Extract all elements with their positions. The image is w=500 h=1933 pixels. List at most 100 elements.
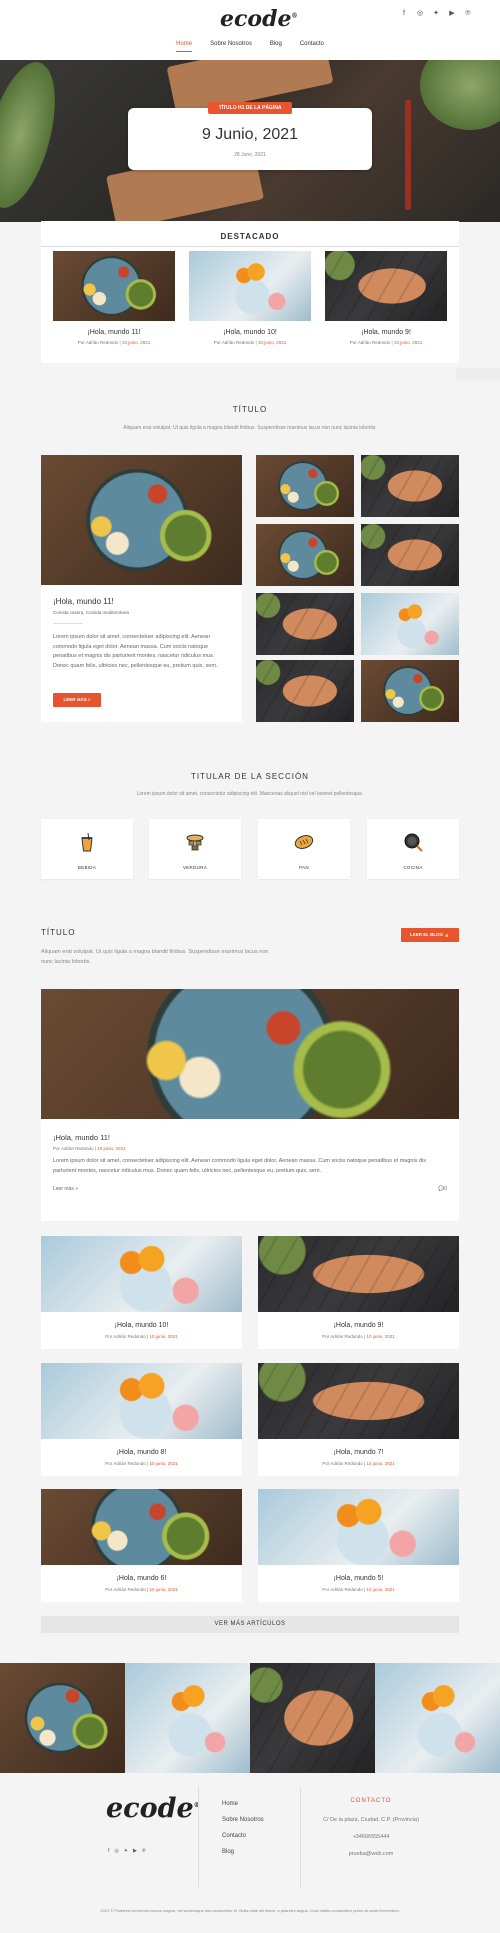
gallery-image[interactable] (256, 455, 354, 517)
gallery-image[interactable] (256, 660, 354, 722)
post-meta: Por Adrián Redondo | 10 junio, 2021 (105, 1461, 178, 1466)
blog-section-title: TÍTULO (41, 928, 76, 937)
post-image[interactable] (258, 1363, 459, 1439)
pinterest-icon[interactable]: ℗ (142, 1848, 146, 1854)
footer-link-blog[interactable]: Blog (222, 1849, 264, 1855)
nav-contacto[interactable]: Contacto (300, 41, 324, 52)
post-card[interactable]: ¡Hola, mundo 7! Por Adrián Redondo | 10 … (258, 1363, 459, 1476)
hero-date: 28 June, 2021 (234, 152, 266, 158)
featured-heading: DESTACADO (220, 232, 280, 241)
category-card-cocina[interactable]: COCINA (367, 819, 459, 879)
read-blog-button[interactable]: LEER EL BLOG 🔥 (401, 928, 459, 942)
featured-post-meta: Por Adrián Redondo | 10 junio, 2021 (349, 340, 423, 345)
highlight-post-card: ¡Hola, mundo 11! Comida casera, Comida m… (41, 455, 242, 722)
featured-post-image[interactable] (189, 251, 311, 321)
post-card[interactable]: ¡Hola, mundo 8! Por Adrián Redondo | 10 … (41, 1363, 242, 1476)
featured-post-title[interactable]: ¡Hola, mundo 11! (53, 329, 175, 336)
hero-title: 9 Junio, 2021 (201, 126, 299, 143)
post-title[interactable]: ¡Hola, mundo 6! (41, 1575, 242, 1582)
highlight-post-image[interactable] (41, 455, 242, 585)
site-footer: ecode® f ◎ ✦ ▶ ℗ Home Sobre Nosotros Con… (0, 1773, 500, 1903)
strip-image[interactable] (250, 1663, 375, 1773)
highlight-post-categories[interactable]: Comida casera, Comida mediterránea (53, 610, 129, 615)
site-logo[interactable]: ecode® (220, 6, 297, 32)
facebook-icon[interactable]: f (400, 10, 408, 18)
category-label: PAN (299, 865, 309, 870)
footer-logo[interactable]: ecode® (106, 1793, 200, 1824)
footer-social-links: f ◎ ✦ ▶ ℗ (108, 1848, 146, 1854)
post-card[interactable]: ¡Hola, mundo 9! Por Adrián Redondo | 10 … (258, 1236, 459, 1349)
featured-post-title[interactable]: ¡Hola, mundo 9! (325, 329, 447, 336)
more-articles-button[interactable]: VER MÁS ARTÍCULOS (41, 1616, 459, 1633)
strip-image[interactable] (375, 1663, 500, 1773)
strip-image[interactable] (125, 1663, 250, 1773)
category-card-bebida[interactable]: BEBIDA (41, 819, 133, 879)
contact-heading: CONTACTO (350, 1798, 392, 1804)
featured-post[interactable]: ¡Hola, mundo 11! Por Adrián Redondo | 10… (53, 251, 175, 345)
footer-link-home[interactable]: Home (222, 1801, 264, 1807)
comments-count[interactable]: 💬0 (438, 1186, 447, 1192)
post-meta: Por Adrián Redondo | 10 junio, 2021 (105, 1334, 178, 1339)
post-card[interactable]: ¡Hola, mundo 5! Por Adrián Redondo | 10 … (258, 1489, 459, 1602)
hero-card: 9 Junio, 2021 28 June, 2021 (128, 108, 372, 170)
post-title[interactable]: ¡Hola, mundo 5! (258, 1575, 459, 1582)
post-card[interactable]: ¡Hola, mundo 6! Por Adrián Redondo | 10 … (41, 1489, 242, 1602)
post-image[interactable] (41, 1489, 242, 1565)
featured-post-title[interactable]: ¡Hola, mundo 10! (189, 329, 311, 336)
category-card-verdura[interactable]: VERDURA (149, 819, 241, 879)
read-more-button[interactable]: LEER MÁS » (53, 693, 101, 707)
hero-knife (405, 100, 411, 210)
featured-post[interactable]: ¡Hola, mundo 9! Por Adrián Redondo | 10 … (325, 251, 447, 345)
footer-link-sobre-nosotros[interactable]: Sobre Nosotros (222, 1817, 264, 1823)
gallery-image[interactable] (361, 524, 459, 586)
featured-post-image[interactable] (325, 251, 447, 321)
featured-divider (41, 246, 459, 247)
twitter-icon[interactable]: ✦ (124, 1848, 128, 1854)
instagram-icon[interactable]: ◎ (416, 10, 424, 18)
main-post-title[interactable]: ¡Hola, mundo 11! (53, 1133, 110, 1142)
main-post-image[interactable] (41, 989, 459, 1119)
category-label: VERDURA (182, 865, 208, 870)
category-card-pan[interactable]: PAN (258, 819, 350, 879)
gallery-image[interactable] (256, 524, 354, 586)
hero-lettuce (420, 60, 500, 130)
post-image[interactable] (258, 1236, 459, 1312)
pinterest-icon[interactable]: ℗ (464, 10, 472, 18)
post-title[interactable]: ¡Hola, mundo 8! (41, 1449, 242, 1456)
instagram-icon[interactable]: ◎ (114, 1848, 118, 1854)
contact-phone[interactable]: +34666555444 (316, 1833, 426, 1842)
gallery-image[interactable] (256, 593, 354, 655)
twitter-icon[interactable]: ✦ (432, 10, 440, 18)
post-title[interactable]: ¡Hola, mundo 10! (41, 1322, 242, 1329)
facebook-icon[interactable]: f (108, 1848, 109, 1854)
youtube-icon[interactable]: ▶ (133, 1848, 137, 1854)
post-meta: Por Adrián Redondo | 10 junio, 2021 (105, 1587, 178, 1592)
post-image[interactable] (41, 1363, 242, 1439)
highlight-post-excerpt: Lorem ipsum dolor sit amet, consectetuer… (53, 634, 218, 669)
main-post-meta: Por Adrián Redondo | 10 junio, 2021 (53, 1146, 126, 1151)
post-title[interactable]: ¡Hola, mundo 7! (258, 1449, 459, 1456)
gallery-image[interactable] (361, 660, 459, 722)
nav-sobre-nosotros[interactable]: Sobre Nosotros (210, 41, 252, 52)
contact-email[interactable]: prueba@web.com (316, 1850, 426, 1859)
featured-section: DESTACADO ¡Hola, mundo 11! Por Adrián Re… (41, 221, 459, 363)
read-more-link[interactable]: Leer más » (53, 1186, 78, 1192)
footer-links: Home Sobre Nosotros Contacto Blog (222, 1801, 264, 1865)
featured-post[interactable]: ¡Hola, mundo 10! Por Adrián Redondo | 10… (189, 251, 311, 345)
post-image[interactable] (258, 1489, 459, 1565)
post-meta: Por Adrián Redondo | 10 junio, 2021 (322, 1334, 395, 1339)
side-tab[interactable] (456, 368, 500, 380)
strip-image[interactable] (0, 1663, 125, 1773)
post-card[interactable]: ¡Hola, mundo 10! Por Adrián Redondo | 10… (41, 1236, 242, 1349)
featured-post-image[interactable] (53, 251, 175, 321)
post-title[interactable]: ¡Hola, mundo 9! (258, 1322, 459, 1329)
youtube-icon[interactable]: ▶ (448, 10, 456, 18)
post-meta: Por Adrián Redondo | 10 junio, 2021 (322, 1461, 395, 1466)
nav-blog[interactable]: Blog (270, 41, 282, 52)
highlight-post-title[interactable]: ¡Hola, mundo 11! (53, 597, 114, 606)
post-image[interactable] (41, 1236, 242, 1312)
footer-link-contacto[interactable]: Contacto (222, 1833, 264, 1839)
nav-home[interactable]: Home (176, 41, 193, 52)
gallery-image[interactable] (361, 593, 459, 655)
gallery-image[interactable] (361, 455, 459, 517)
